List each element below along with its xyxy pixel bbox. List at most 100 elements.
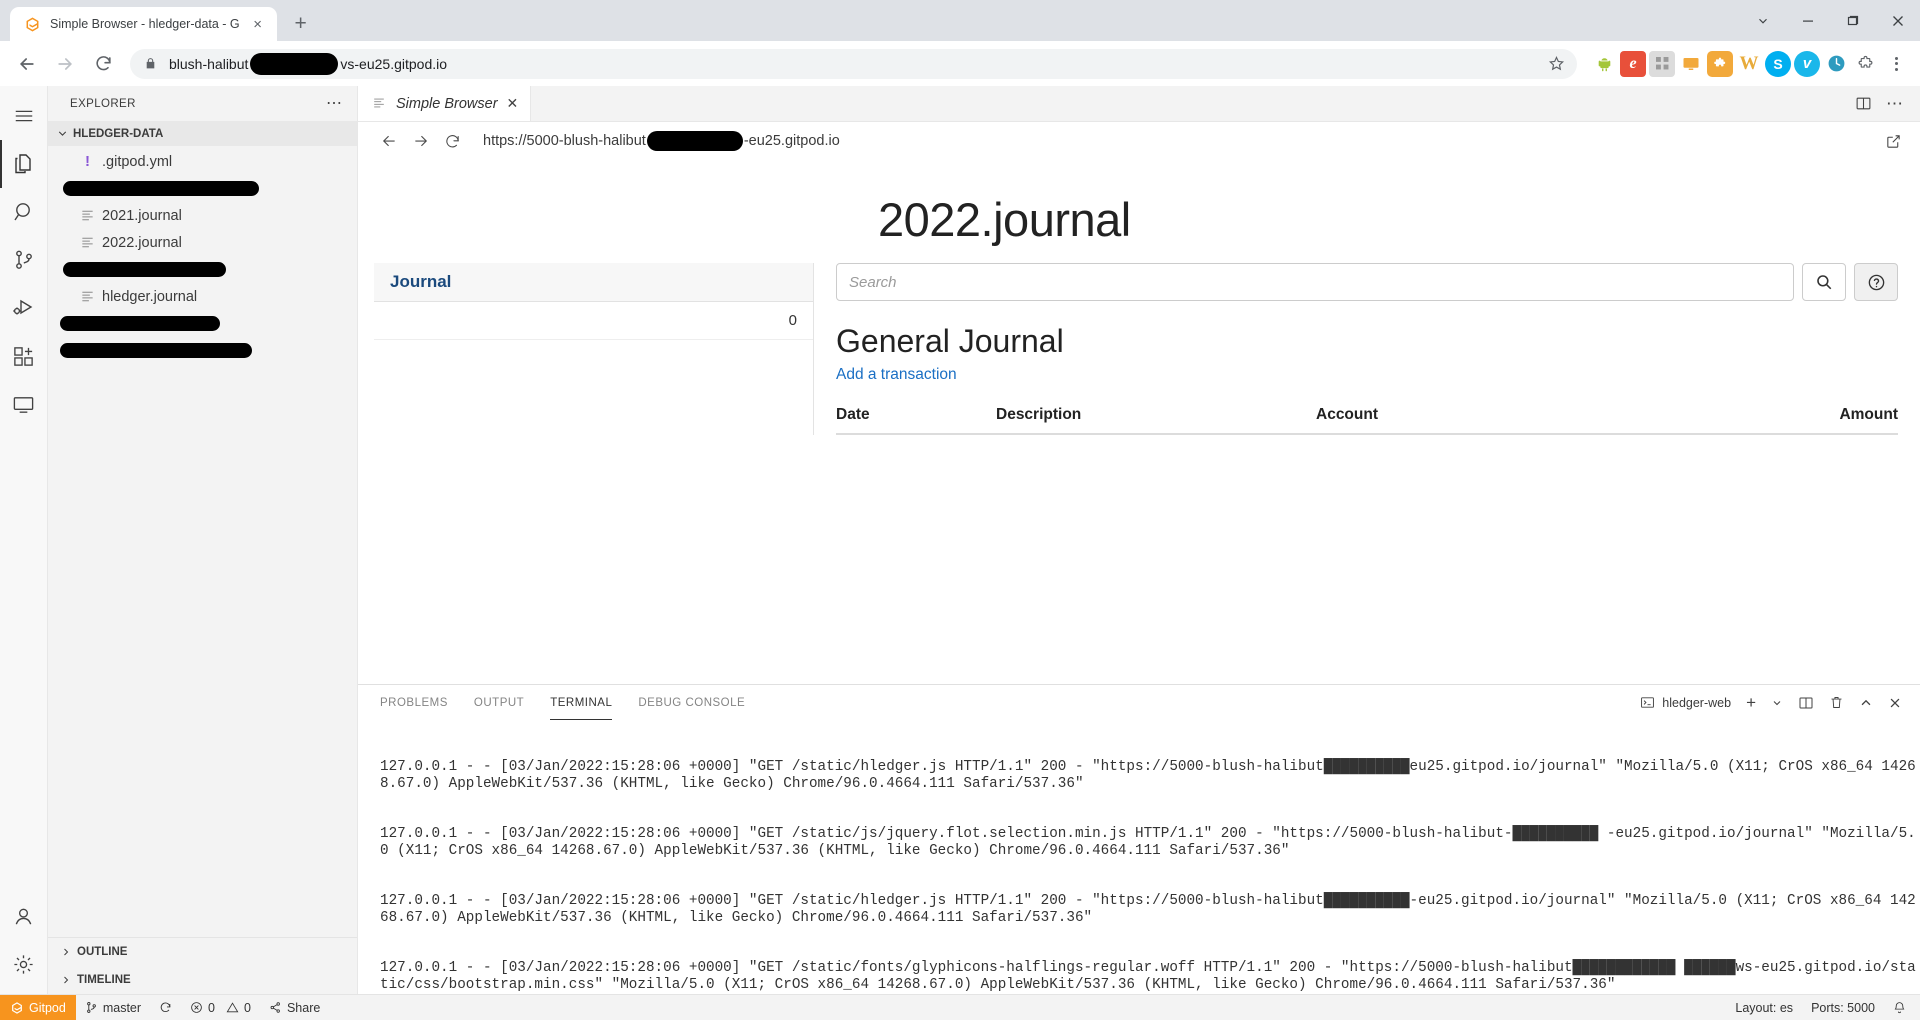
address-bar[interactable]: blush-halibut vs-eu25.gitpod.io xyxy=(130,48,1577,79)
status-notifications[interactable] xyxy=(1884,995,1920,1020)
split-editor-icon[interactable] xyxy=(1855,95,1872,112)
folder-section-header[interactable]: HLEDGER-DATA xyxy=(48,121,357,146)
grid-extension-icon[interactable] xyxy=(1649,50,1675,77)
browser-tab[interactable]: Simple Browser - hledger-data - G × xyxy=(10,7,277,41)
sidebar-item-explorer[interactable] xyxy=(0,140,48,188)
sidebar-item-run-debug[interactable] xyxy=(0,284,48,332)
arrow-right-icon[interactable] xyxy=(412,132,430,150)
status-branch[interactable]: master xyxy=(76,995,150,1020)
tree-item-redacted-1[interactable] xyxy=(48,175,357,202)
close-icon[interactable]: × xyxy=(249,15,267,33)
kill-terminal-icon[interactable] xyxy=(1829,695,1844,710)
chevron-right-icon xyxy=(60,946,72,958)
simple-browser-url[interactable]: https://5000-blush-halibut -eu25.gitpod.i… xyxy=(483,131,840,151)
browser-forward-button[interactable] xyxy=(48,47,82,81)
e-extension-icon[interactable]: e xyxy=(1620,50,1646,77)
editor-more-actions-icon[interactable]: ⋯ xyxy=(1886,95,1904,112)
split-terminal-icon[interactable] xyxy=(1798,695,1814,711)
terminal-name: hledger-web xyxy=(1662,695,1732,710)
tree-item-2021-journal[interactable]: 2021.journal xyxy=(48,202,357,229)
terminal-dropdown-icon[interactable] xyxy=(1771,697,1783,709)
panel-tab-bar: PROBLEMS OUTPUT TERMINAL DEBUG CONSOLE h… xyxy=(358,685,1920,720)
tab-label: Simple Browser xyxy=(396,95,498,112)
vscode-window: EXPLORER ⋯ HLEDGER-DATA ! .gitpod.yml 20… xyxy=(0,86,1920,1020)
new-terminal-icon[interactable]: + xyxy=(1746,694,1756,711)
maximize-panel-icon[interactable] xyxy=(1859,696,1873,710)
tab-simple-browser[interactable]: Simple Browser ✕ xyxy=(358,86,532,121)
bookmark-star-icon[interactable] xyxy=(1543,51,1569,77)
status-problems[interactable]: 0 0 xyxy=(181,995,260,1020)
vimeo-extension-icon[interactable]: v xyxy=(1794,50,1820,77)
browser-back-button[interactable] xyxy=(10,47,44,81)
folder-name: HLEDGER-DATA xyxy=(73,127,164,140)
sidebar-bottom-sections: OUTLINE TIMELINE xyxy=(48,937,357,994)
tab-problems[interactable]: PROBLEMS xyxy=(380,685,448,720)
tree-item-redacted-3[interactable] xyxy=(48,310,357,337)
new-tab-button[interactable]: + xyxy=(287,10,315,38)
simple-browser-pane: https://5000-blush-halibut -eu25.gitpod.i… xyxy=(358,122,1920,684)
tab-debug-console[interactable]: DEBUG CONSOLE xyxy=(638,685,745,720)
search-button[interactable] xyxy=(1802,263,1846,301)
status-share[interactable]: Share xyxy=(260,995,329,1020)
preview-file-icon xyxy=(372,96,387,111)
column-header-amount[interactable]: Amount xyxy=(1615,400,1898,435)
monitor-extension-icon[interactable] xyxy=(1678,51,1704,77)
chrome-overflow-chevron-icon[interactable] xyxy=(1740,0,1785,41)
tab-terminal[interactable]: TERMINAL xyxy=(550,685,613,720)
settings-gear-icon[interactable] xyxy=(0,940,48,988)
column-header-description[interactable]: Description xyxy=(996,400,1316,435)
sidebar-item-search[interactable] xyxy=(0,188,48,236)
file-label: .gitpod.yml xyxy=(102,153,173,170)
status-ports[interactable]: Ports: 5000 xyxy=(1802,995,1884,1020)
sidebar-item-extensions[interactable] xyxy=(0,332,48,380)
menu-hamburger-icon[interactable] xyxy=(0,92,48,140)
file-label: 2022.journal xyxy=(102,234,182,251)
close-panel-icon[interactable] xyxy=(1888,696,1902,710)
sidebar-item-source-control[interactable] xyxy=(0,236,48,284)
close-window-icon[interactable] xyxy=(1875,0,1920,41)
tree-item-gitpod-yml[interactable]: ! .gitpod.yml xyxy=(48,148,357,175)
status-gitpod-button[interactable]: Gitpod xyxy=(0,994,76,1020)
add-transaction-link[interactable]: Add a transaction xyxy=(836,366,957,384)
status-sync[interactable] xyxy=(150,995,181,1020)
sidebar-header: EXPLORER ⋯ xyxy=(48,86,357,121)
close-icon[interactable]: ✕ xyxy=(507,95,519,112)
minimize-icon[interactable] xyxy=(1785,0,1830,41)
tree-item-redacted-4[interactable] xyxy=(48,337,357,364)
clock-extension-icon[interactable] xyxy=(1823,51,1849,77)
android-extension-icon[interactable] xyxy=(1591,51,1617,77)
maximize-icon[interactable] xyxy=(1830,0,1875,41)
wikipedia-extension-icon[interactable]: W xyxy=(1736,51,1762,77)
outline-label: OUTLINE xyxy=(77,946,128,958)
help-button[interactable] xyxy=(1854,263,1898,301)
column-header-date[interactable]: Date xyxy=(836,400,996,435)
sidebar-item-remote-explorer[interactable] xyxy=(0,380,48,428)
timeline-section[interactable]: TIMELINE xyxy=(48,966,357,994)
terminal-output[interactable]: 127.0.0.1 - - [03/Jan/2022:15:28:06 +000… xyxy=(358,720,1920,994)
open-external-icon[interactable] xyxy=(1885,133,1902,150)
terminal-selector[interactable]: hledger-web xyxy=(1640,695,1731,710)
tree-item-2022-journal[interactable]: 2022.journal xyxy=(48,229,357,256)
chrome-three-dot-menu-icon[interactable] xyxy=(1882,56,1910,71)
extensions-puzzle-icon[interactable] xyxy=(1852,51,1878,77)
skype-extension-icon[interactable]: S xyxy=(1765,50,1791,77)
sidebar-more-actions-icon[interactable]: ⋯ xyxy=(326,95,343,112)
timeline-label: TIMELINE xyxy=(77,974,131,986)
gitpod-label: Gitpod xyxy=(29,1000,66,1015)
browser-reload-button[interactable] xyxy=(86,47,120,81)
search-input[interactable]: Search xyxy=(836,263,1794,301)
tab-output[interactable]: OUTPUT xyxy=(474,685,524,720)
account-icon[interactable] xyxy=(0,892,48,940)
reload-icon[interactable] xyxy=(444,133,461,150)
terminal-chevron-icon xyxy=(1640,695,1655,710)
status-layout[interactable]: Layout: es xyxy=(1726,995,1802,1020)
outline-section[interactable]: OUTLINE xyxy=(48,938,357,966)
column-header-account[interactable]: Account xyxy=(1316,400,1616,435)
arrow-left-icon[interactable] xyxy=(380,132,398,150)
journal-card-header[interactable]: Journal xyxy=(374,263,813,302)
tree-item-redacted-2[interactable] xyxy=(48,256,357,283)
redaction-block xyxy=(250,52,339,75)
tree-item-hledger-journal[interactable]: hledger.journal xyxy=(48,283,357,310)
puzzle-extension-icon[interactable] xyxy=(1707,50,1733,77)
question-mark-icon xyxy=(1867,273,1886,292)
